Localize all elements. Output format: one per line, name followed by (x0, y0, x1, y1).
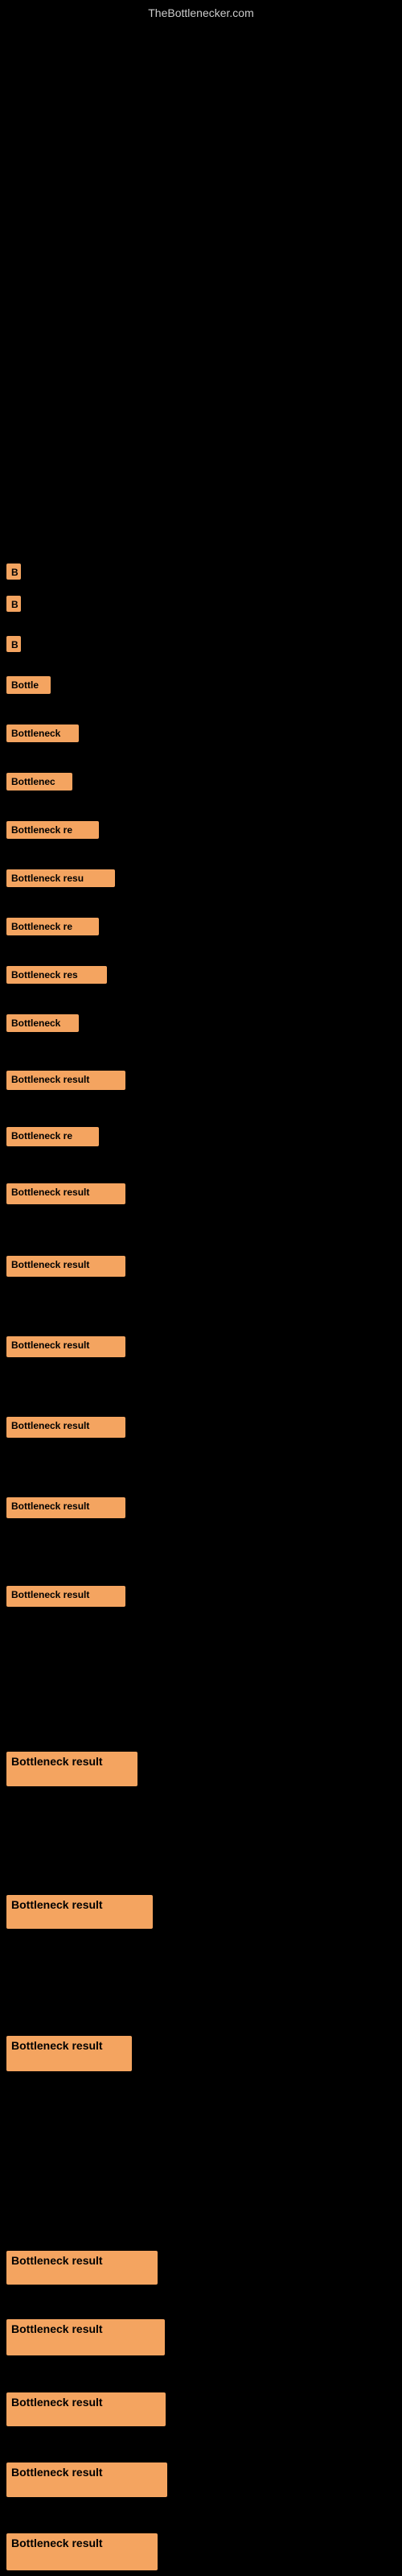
bottleneck-result-item: Bottleneck re (6, 821, 99, 839)
bottleneck-result-item: Bottleneck result (6, 1336, 125, 1357)
bottleneck-result-item: Bottleneck result (6, 2462, 167, 2497)
bottleneck-result-item: Bottleneck result (6, 1586, 125, 1607)
bottleneck-result-item: Bottleneck result (6, 1895, 153, 1929)
bottleneck-result-item: Bottleneck result (6, 2251, 158, 2285)
bottleneck-result-item: Bottleneck res (6, 966, 107, 984)
bottleneck-result-item: Bottleneck (6, 1014, 79, 1032)
bottleneck-result-item: Bottleneck result (6, 2533, 158, 2570)
bottleneck-result-item: Bottleneck resu (6, 869, 115, 887)
bottleneck-result-item: Bottleneck result (6, 2036, 132, 2071)
bottleneck-result-item: Bottleneck result (6, 1071, 125, 1090)
bottleneck-result-item: Bottleneck result (6, 1417, 125, 1438)
bottleneck-result-item: Bottleneck result (6, 1256, 125, 1277)
bottleneck-result-item: Bottleneck result (6, 1183, 125, 1204)
bottleneck-result-item: Bottleneck result (6, 2319, 165, 2355)
bottleneck-result-item: Bottleneck re (6, 1127, 99, 1146)
site-title: TheBottlenecker.com (148, 6, 254, 19)
bottleneck-result-item: B (6, 564, 21, 580)
bottleneck-result-item: Bottleneck result (6, 2392, 166, 2426)
bottleneck-result-item: B (6, 636, 21, 652)
bottleneck-result-item: B (6, 596, 21, 612)
bottleneck-result-item: Bottleneck (6, 724, 79, 742)
bottleneck-result-item: Bottleneck re (6, 918, 99, 935)
bottleneck-result-item: Bottleneck result (6, 1752, 137, 1786)
bottleneck-result-item: Bottleneck result (6, 1497, 125, 1518)
bottleneck-result-item: Bottlenec (6, 773, 72, 791)
bottleneck-result-item: Bottle (6, 676, 51, 694)
